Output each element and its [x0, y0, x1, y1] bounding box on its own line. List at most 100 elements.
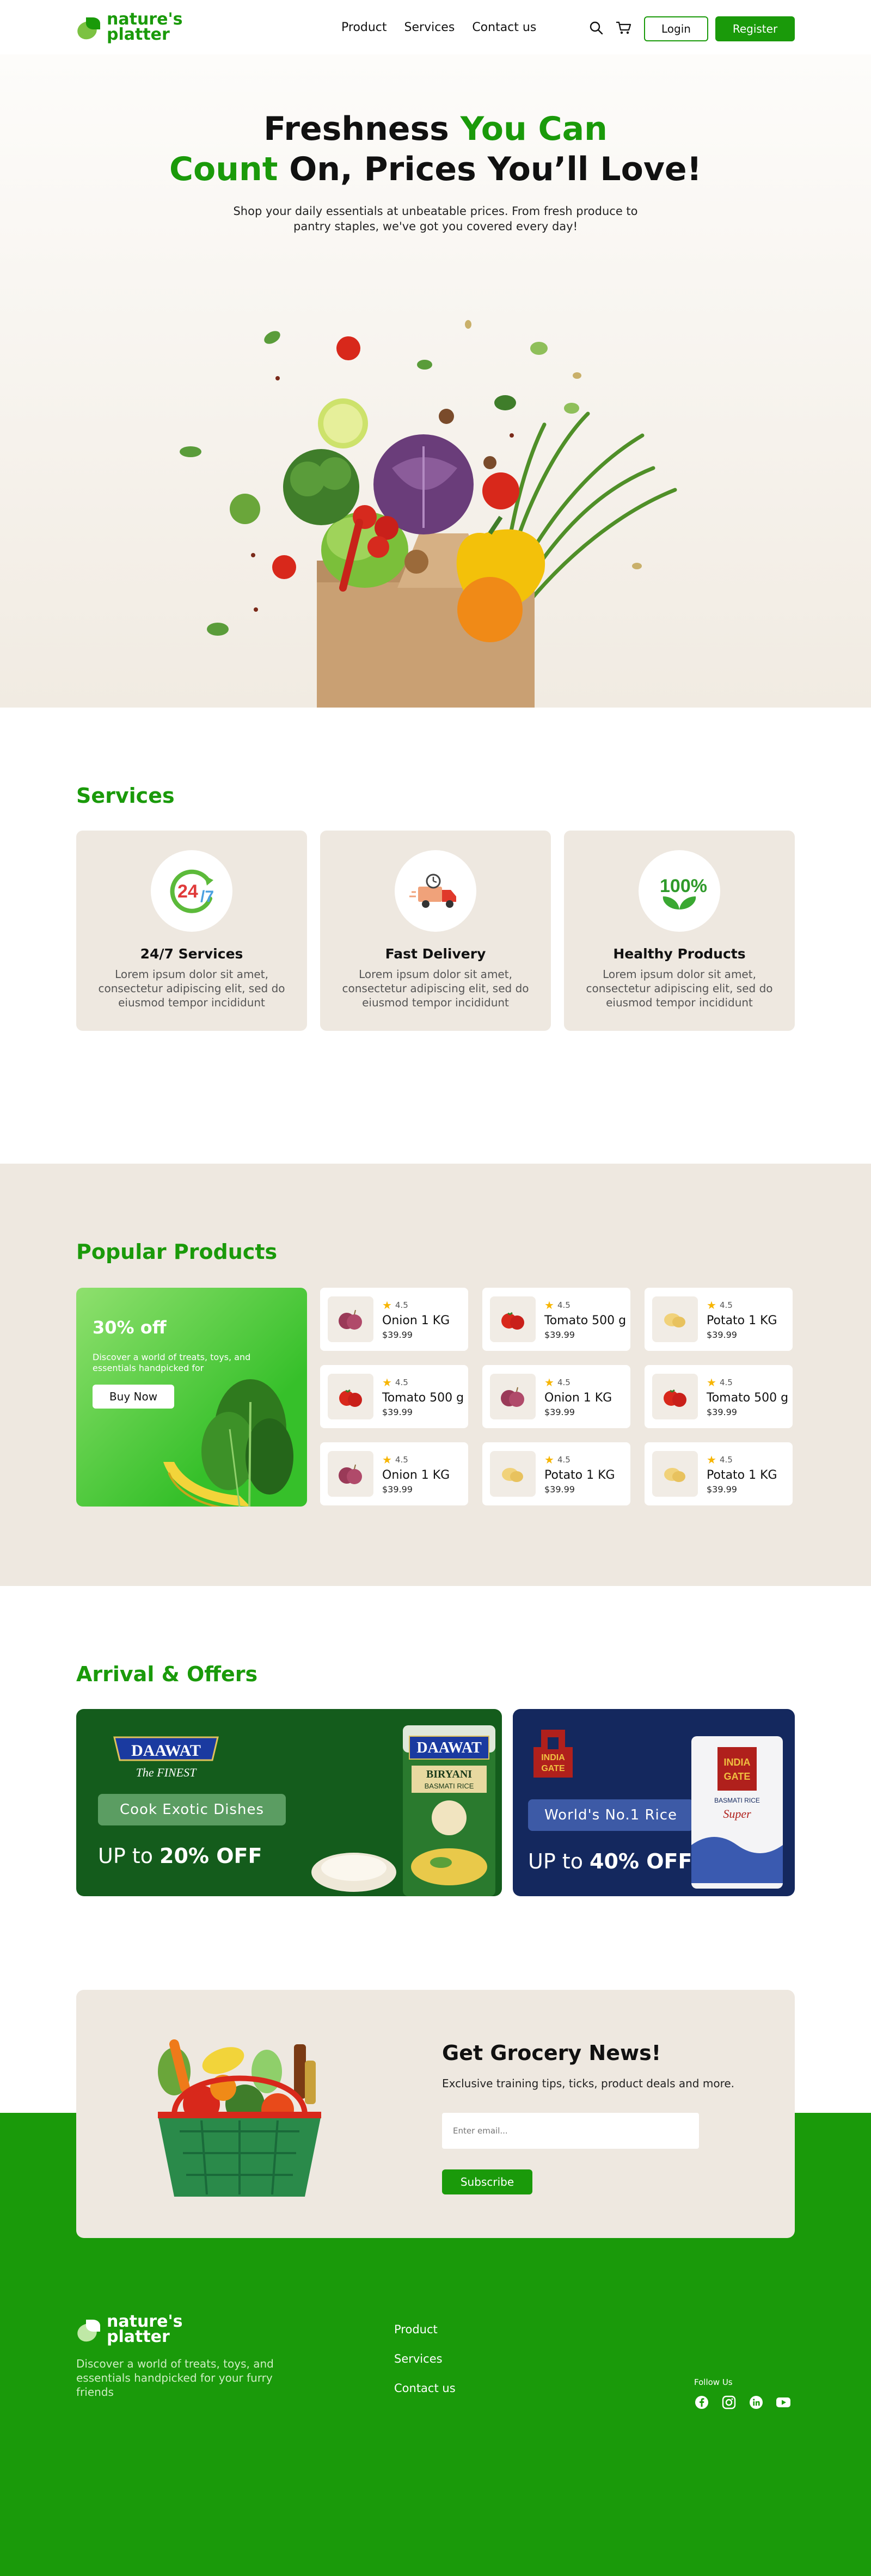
leaf-logo-icon [75, 2316, 102, 2345]
star-icon: ★ [382, 1376, 392, 1389]
daawat-rice-pack-image: DAAWAT BIRYANI BASMATI RICE [311, 1725, 495, 1896]
footer-link-product[interactable]: Product [394, 2323, 456, 2336]
hero-title: Freshness You Can Count On, Prices You’l… [0, 54, 871, 189]
arrival-offers-section: Arrival & Offers DAAWAT The FINEST Cook … [0, 1586, 871, 1990]
nav-contact[interactable]: Contact us [472, 21, 536, 34]
brand-logo[interactable]: nature's platter [75, 11, 182, 44]
linkedin-icon[interactable] [749, 2395, 764, 2410]
footer-link-contact[interactable]: Contact us [394, 2382, 456, 2395]
product-rating: ★ 4.5 [707, 1299, 777, 1312]
product-price: $39.99 [544, 1407, 575, 1417]
footer-brand-name: nature's platter [107, 2314, 182, 2345]
offer-prefix: UP to [98, 1844, 160, 1868]
product-price: $39.99 [544, 1484, 575, 1495]
product-card[interactable]: ★ 4.5 Tomato 500 g $39.99 [645, 1365, 793, 1428]
service-card-fast-delivery: Fast Delivery Lorem ipsum dolor sit amet… [320, 831, 551, 1031]
subscribe-button[interactable]: Subscribe [442, 2169, 532, 2194]
popular-products-section: Popular Products 30% off Discover a worl… [0, 1164, 871, 1586]
india-gate-line-1: INDIA [541, 1753, 565, 1762]
svg-text:100%: 100% [660, 876, 707, 896]
india-gate-rice-pack-image: INDIA GATE BASMATI RICE Super [691, 1736, 783, 1889]
hero-title-part-1: Freshness [263, 110, 461, 148]
rating-value: 4.5 [395, 1378, 408, 1387]
service-icon-wrap [395, 850, 476, 932]
newsletter-title: Get Grocery News! [442, 2041, 661, 2065]
product-price: $39.99 [544, 1330, 575, 1340]
footer-logo[interactable]: nature's platter [75, 2314, 182, 2345]
product-card[interactable]: ★ 4.5 Tomato 500 g $39.99 [320, 1365, 468, 1428]
star-icon: ★ [382, 1453, 392, 1466]
login-button[interactable]: Login [644, 16, 708, 41]
svg-text:/7: /7 [200, 888, 214, 906]
pack-line-2: BASMATI RICE [425, 1782, 474, 1790]
hero-title-part-3: Count [169, 150, 278, 188]
product-card[interactable]: ★ 4.5 Tomato 500 g $39.99 [482, 1288, 630, 1351]
newsletter-desc: Exclusive training tips, ticks, product … [442, 2077, 735, 2090]
brand-line-2: platter [107, 2327, 170, 2346]
hero-title-part-2: You Can [460, 110, 608, 148]
product-name: Onion 1 KG [382, 1468, 450, 1482]
service-card-healthy-products: 100% Healthy Products Lorem ipsum dolor … [564, 831, 795, 1031]
star-icon: ★ [707, 1453, 716, 1466]
brand-line-2: platter [107, 25, 170, 44]
daawat-logo: DAAWAT The FINEST [113, 1736, 219, 1779]
offer-discount: 20% OFF [160, 1844, 262, 1868]
social-links [694, 2395, 791, 2410]
product-card[interactable]: ★ 4.5 Onion 1 KG $39.99 [320, 1288, 468, 1351]
rating-value: 4.5 [395, 1455, 408, 1465]
offer-pill: Cook Exotic Dishes [98, 1794, 286, 1825]
footer-nav: Product Services Contact us [394, 2323, 456, 2395]
pack-line-4: Super [723, 1807, 751, 1821]
product-rating: ★ 4.5 [544, 1453, 615, 1466]
services-title: Services [76, 784, 175, 808]
star-icon: ★ [544, 1376, 554, 1389]
product-name: Potato 1 KG [707, 1468, 777, 1482]
service-desc: Lorem ipsum dolor sit amet, consectetur … [98, 968, 285, 1009]
product-rating: ★ 4.5 [544, 1299, 626, 1312]
product-price: $39.99 [707, 1330, 737, 1340]
brand-name: nature's platter [107, 11, 182, 44]
product-name: Tomato 500 g [707, 1391, 789, 1405]
india-gate-offer-banner[interactable]: INDIA GATE World's No.1 Rice UP to 40% O… [513, 1709, 795, 1896]
cart-icon[interactable] [615, 20, 631, 36]
grocery-bag-illustration [180, 320, 677, 708]
product-rating: ★ 4.5 [707, 1453, 777, 1466]
pack-line-2: GATE [724, 1771, 751, 1782]
instagram-icon[interactable] [721, 2395, 737, 2410]
facebook-icon[interactable] [694, 2395, 709, 2410]
youtube-icon[interactable] [776, 2395, 791, 2410]
star-icon: ★ [382, 1299, 392, 1312]
product-card[interactable]: ★ 4.5 Onion 1 KG $39.99 [482, 1365, 630, 1428]
services-list: 24 /7 24/7 Services Lorem ipsum dolor si… [76, 831, 795, 1031]
product-name: Tomato 500 g [382, 1391, 464, 1405]
promo-card: 30% off Discover a world of treats, toys… [76, 1288, 307, 1507]
product-rating: ★ 4.5 [382, 1376, 464, 1389]
product-rating: ★ 4.5 [544, 1376, 612, 1389]
star-icon: ★ [544, 1299, 554, 1312]
footer-link-services[interactable]: Services [394, 2352, 456, 2365]
service-title: Fast Delivery [385, 946, 486, 962]
onion-icon [490, 1374, 536, 1419]
india-gate-line-2: GATE [541, 1764, 565, 1773]
star-icon: ★ [544, 1453, 554, 1466]
daawat-offer-banner[interactable]: DAAWAT The FINEST Cook Exotic Dishes UP … [76, 1709, 502, 1896]
nav-product[interactable]: Product [341, 21, 387, 34]
rating-value: 4.5 [557, 1455, 571, 1465]
pack-line-1: BIRYANI [426, 1768, 472, 1780]
leaf-logo-icon [75, 14, 102, 42]
nav-services[interactable]: Services [404, 21, 455, 34]
product-card[interactable]: ★ 4.5 Potato 1 KG $39.99 [645, 1442, 793, 1505]
service-title: 24/7 Services [140, 946, 243, 962]
delivery-truck-icon [409, 874, 456, 908]
pack-brand-text: DAAWAT [416, 1739, 482, 1756]
services-section: Services 24 /7 24/7 Services Lorem ipsum… [0, 708, 871, 1164]
product-card[interactable]: ★ 4.5 Onion 1 KG $39.99 [320, 1442, 468, 1505]
service-icon-wrap: 24 /7 [151, 850, 232, 932]
search-icon[interactable] [588, 20, 604, 36]
register-button[interactable]: Register [715, 16, 795, 41]
email-input[interactable] [442, 2113, 699, 2149]
promo-title: 30% off [93, 1317, 167, 1338]
product-card[interactable]: ★ 4.5 Potato 1 KG $39.99 [482, 1442, 630, 1505]
popular-title: Popular Products [76, 1240, 278, 1264]
product-card[interactable]: ★ 4.5 Potato 1 KG $39.99 [645, 1288, 793, 1351]
